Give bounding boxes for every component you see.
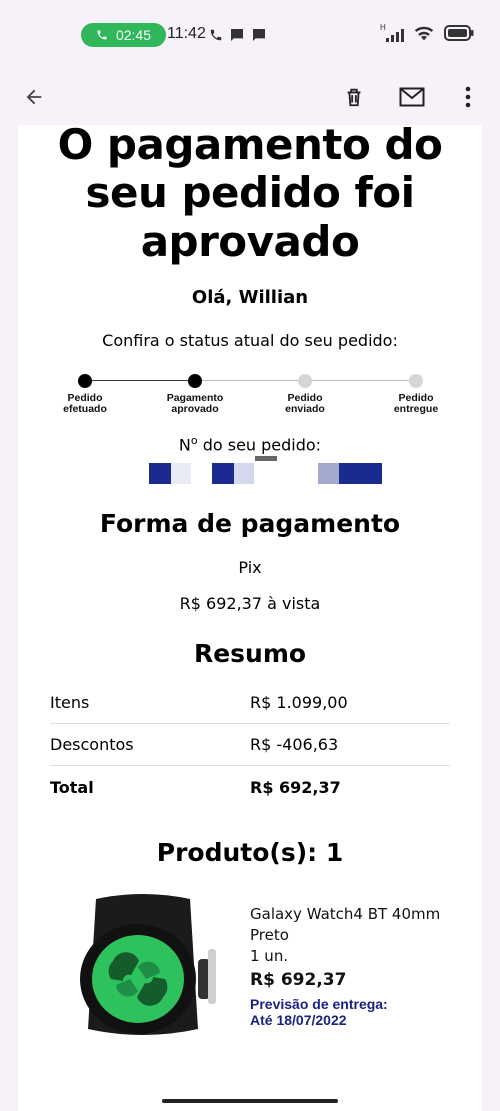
phone-icon <box>97 30 107 40</box>
step-label: Pedido enviado <box>285 391 325 416</box>
summary-label: Descontos <box>50 735 134 755</box>
summary-row-total: Total R$ 692,37 <box>50 766 450 808</box>
summary-label: Itens <box>50 693 90 713</box>
wifi-icon <box>414 25 434 45</box>
envelope-icon <box>399 87 425 106</box>
delete-button[interactable] <box>334 68 374 125</box>
order-number-label: No do seu pedido: <box>178 433 322 455</box>
clock: 11:42 <box>167 25 206 42</box>
product-qty: 1 un. <box>250 947 289 966</box>
battery-icon <box>444 25 474 45</box>
step-dot-pending <box>298 373 312 388</box>
step-dot-pending <box>409 373 423 388</box>
delivery-date: Até 18/07/2022 <box>250 1012 347 1029</box>
mail-button[interactable] <box>392 68 432 125</box>
email-headline: O pagamento do seu pedido foi aprovado <box>57 125 443 266</box>
product-price: R$ 692,37 <box>250 970 347 991</box>
page-margin-right <box>482 125 500 1111</box>
status-bar: 02:45 11:42 H <box>0 0 500 68</box>
more-vertical-icon <box>465 86 471 107</box>
product-name: Galaxy Watch4 BT 40mm Preto <box>250 905 441 945</box>
step-dot-done <box>78 373 92 388</box>
email-toolbar <box>0 68 500 125</box>
tracker-line-done <box>85 379 195 382</box>
summary-value: R$ -406,63 <box>250 735 339 755</box>
summary-table: Itens R$ 1.099,00 Descontos R$ -406,63 T… <box>50 682 450 808</box>
summary-value: R$ 1.099,00 <box>250 693 348 713</box>
summary-value: R$ 692,37 <box>250 777 341 797</box>
phone-icon <box>209 28 223 42</box>
step-label: Pagamento aprovado <box>166 391 224 416</box>
signal-icon: H <box>380 23 404 42</box>
more-options-button[interactable] <box>448 68 488 125</box>
products-title: Produto(s): 1 <box>156 838 344 868</box>
order-status-tracker: Pedido efetuado Pagamento aprovado Pedido e… <box>18 366 482 426</box>
network-type-label: H <box>380 23 386 32</box>
trash-icon <box>347 88 361 106</box>
product-item[interactable]: Galaxy Watch4 BT 40mm Preto 1 un. R$ 692… <box>18 867 482 1047</box>
step-label: Pedido efetuado <box>63 391 107 416</box>
call-timer: 02:45 <box>115 27 152 43</box>
step-label: Pedido entregue <box>393 391 439 416</box>
payment-amount: R$ 692,37 à vista <box>179 594 321 614</box>
status-intro: Confira o status atual do seu pedido: <box>102 330 398 350</box>
summary-row: Descontos R$ -406,63 <box>50 724 450 767</box>
email-body: O pagamento do seu pedido foi aprovado O… <box>18 125 482 1111</box>
order-number-redacted <box>18 456 482 487</box>
ongoing-call-chip[interactable]: 02:45 <box>81 23 166 47</box>
step-dot-done <box>188 373 202 388</box>
chat-notification-icon <box>251 27 267 43</box>
chat-notification-icon <box>229 27 245 43</box>
product-info: Galaxy Watch4 BT 40mm Preto 1 un. R$ 692… <box>250 904 470 1028</box>
summary-title: Resumo <box>193 639 307 669</box>
page-margin-left <box>0 125 18 1111</box>
greeting: Olá, Willian <box>191 286 309 308</box>
summary-row: Itens R$ 1.099,00 <box>50 682 450 725</box>
payment-title: Forma de pagamento <box>99 509 401 539</box>
home-indicator[interactable] <box>162 1099 338 1103</box>
summary-label: Total <box>50 777 94 797</box>
back-button[interactable] <box>14 68 54 125</box>
payment-method: Pix <box>238 558 262 578</box>
smartwatch-product-image <box>80 894 216 1036</box>
delivery-label: Previsão de entrega: <box>250 996 388 1013</box>
arrow-left-icon <box>26 89 42 104</box>
